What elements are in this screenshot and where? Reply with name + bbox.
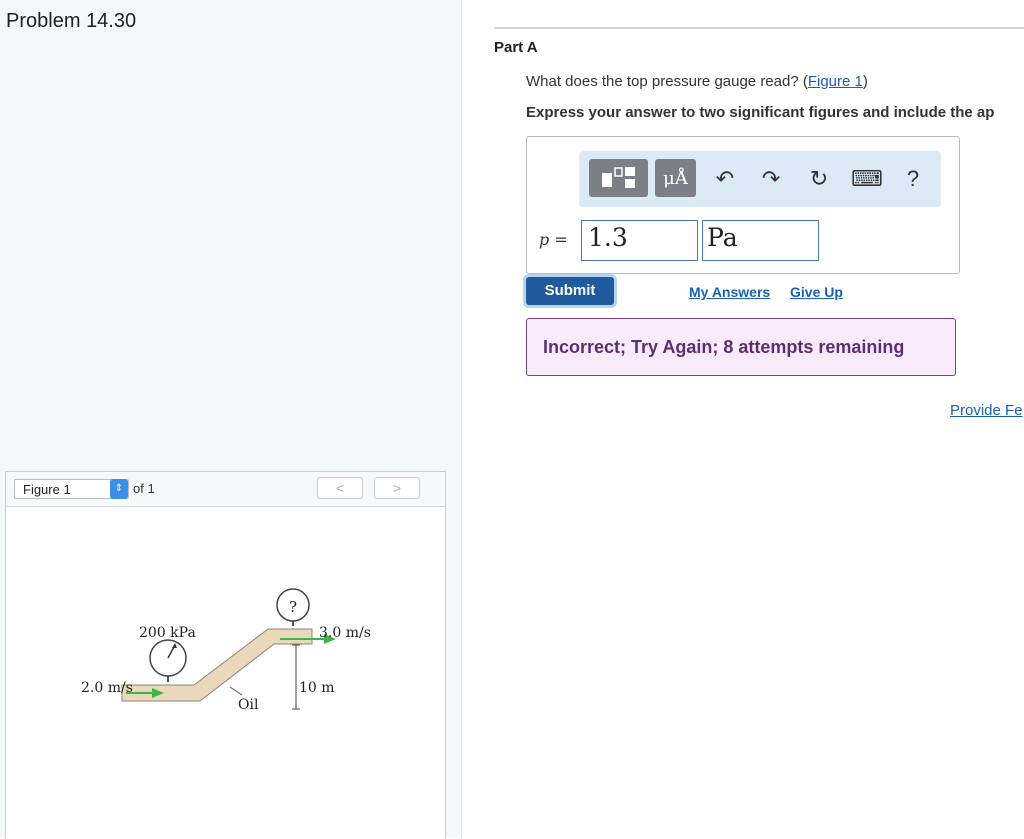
- instruction-text: Express your answer to two significant f…: [526, 104, 995, 121]
- prev-figure-button[interactable]: <: [317, 477, 363, 499]
- problem-title: Problem 14.30: [6, 10, 137, 32]
- next-figure-button[interactable]: >: [374, 477, 420, 499]
- units-button[interactable]: μÅ: [655, 159, 696, 197]
- figure-diagram: ? 200 kPa 2.0 m/s 3.0 m/s 10 m Oil: [81, 588, 371, 713]
- fluid-label: Oil: [238, 697, 259, 713]
- answer-value-input[interactable]: 1.3: [581, 220, 698, 261]
- figure-link[interactable]: Figure 1: [808, 73, 863, 90]
- equals-sign: =: [554, 230, 568, 249]
- units-icon: μÅ: [663, 168, 688, 189]
- templates-icon: [602, 167, 635, 188]
- submit-button[interactable]: Submit: [526, 277, 614, 305]
- question-prefix: What does the top pressure gauge read? (: [526, 73, 808, 90]
- math-toolbar: μÅ ↶ ↷ ↻ ⌨ ?: [579, 151, 941, 207]
- feedback-message: Incorrect; Try Again; 8 attempts remaini…: [543, 337, 905, 357]
- give-up-link[interactable]: Give Up: [790, 284, 843, 300]
- speed-out-label: 3.0 m/s: [319, 625, 371, 641]
- figure-select-value: Figure 1: [23, 482, 71, 497]
- answer-box: μÅ ↶ ↷ ↻ ⌨ ? p = 1.3 Pa: [526, 136, 960, 274]
- redo-button[interactable]: ↷: [757, 165, 785, 193]
- variable-label: p =: [539, 230, 568, 249]
- question-text: What does the top pressure gauge read? (…: [526, 73, 868, 90]
- height-label: 10 m: [299, 680, 335, 696]
- figure-select[interactable]: Figure 1 ⇕: [14, 479, 129, 499]
- chevron-right-icon: >: [392, 480, 402, 496]
- redo-icon: ↷: [761, 166, 781, 191]
- gauge-left-label: 200 kPa: [139, 625, 196, 641]
- keyboard-icon: ⌨: [851, 166, 883, 191]
- answer-unit-input[interactable]: Pa: [702, 220, 819, 261]
- gauge-top-label: ?: [289, 598, 297, 616]
- provide-feedback-link[interactable]: Provide Fe: [950, 402, 1023, 419]
- feedback-box: Incorrect; Try Again; 8 attempts remaini…: [526, 318, 956, 376]
- figure-panel: Figure 1 ⇕ of 1 < > ? 200 kPa 2.0 m/s 3.…: [5, 471, 446, 839]
- tpl-square-bottom: [625, 179, 635, 188]
- reset-icon: ↻: [809, 166, 829, 191]
- help-icon: ?: [906, 166, 920, 191]
- variable-name: p: [539, 230, 550, 249]
- part-label: Part A: [494, 39, 538, 56]
- tpl-square-small: [614, 167, 623, 177]
- figure-toolbar: Figure 1 ⇕ of 1 < >: [6, 472, 445, 507]
- figure-count-label: of 1: [133, 481, 155, 496]
- tpl-square-top: [625, 167, 635, 176]
- oil-leader-line: [229, 686, 243, 696]
- left-pane: Problem 14.30 Figure 1 ⇕ of 1 < > ? 200 …: [0, 0, 462, 839]
- my-answers-link[interactable]: My Answers: [689, 284, 770, 300]
- chevron-up-down-icon: ⇕: [110, 479, 128, 499]
- tpl-square-left: [602, 173, 612, 187]
- right-pane: Part A What does the top pressure gauge …: [462, 0, 1024, 838]
- undo-icon: ↶: [715, 166, 735, 191]
- chevron-left-icon: <: [335, 480, 345, 496]
- templates-button[interactable]: [589, 159, 648, 197]
- speed-in-label: 2.0 m/s: [81, 680, 133, 696]
- reset-button[interactable]: ↻: [805, 165, 833, 193]
- keyboard-button[interactable]: ⌨: [851, 165, 883, 193]
- question-suffix: ): [862, 73, 868, 90]
- help-button[interactable]: ?: [899, 165, 927, 193]
- undo-button[interactable]: ↶: [711, 165, 739, 193]
- part-divider: [494, 27, 1024, 29]
